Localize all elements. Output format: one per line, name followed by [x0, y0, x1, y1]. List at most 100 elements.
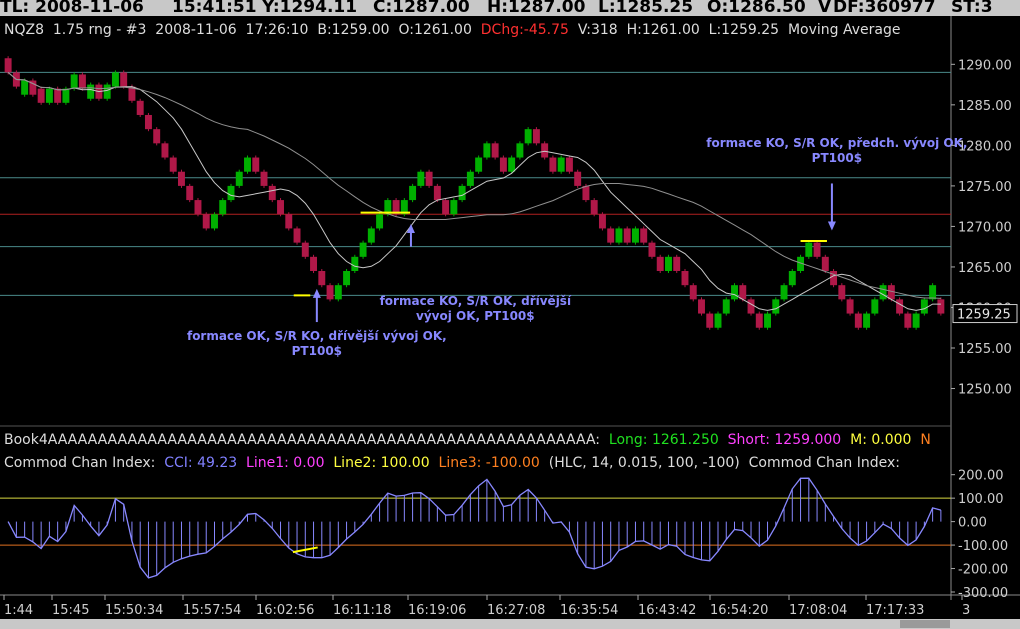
- down-bar: [285, 214, 293, 229]
- price-header-item: B:1259.00: [308, 22, 389, 38]
- price-header-item: 2008-11-06: [146, 22, 236, 38]
- down-bar: [698, 299, 705, 314]
- down-bar: [755, 313, 763, 328]
- annotation-arrowhead: [312, 288, 321, 298]
- down-bar: [640, 228, 648, 243]
- book-header: Book4AAAAAAAAAAAAAAAAAAAAAAAAAAAAAAAAAAA…: [4, 432, 931, 448]
- book-header-item: Book4AAAAAAAAAAAAAAAAAAAAAAAAAAAAAAAAAAA…: [4, 432, 600, 448]
- down-bar: [260, 171, 268, 186]
- annotation-text: PT100$: [292, 344, 342, 358]
- price-chart[interactable]: formace OK, S/R KO, dřívější vývoj OK,PT…: [0, 0, 1020, 629]
- down-bar: [268, 185, 276, 201]
- up-bar: [731, 285, 738, 300]
- up-bar: [524, 129, 532, 144]
- up-bar: [665, 256, 672, 271]
- moving-averages: [7, 72, 941, 311]
- scrollbar-thumb: [900, 620, 950, 628]
- up-bar: [103, 84, 111, 99]
- up-bar: [475, 157, 483, 172]
- down-bar: [904, 313, 912, 328]
- down-bar: [4, 58, 12, 73]
- up-bar: [764, 313, 771, 328]
- down-bar: [186, 185, 194, 201]
- down-bar: [937, 299, 945, 314]
- cci-tick-label: 200.00: [958, 469, 1004, 484]
- down-bar: [598, 214, 606, 229]
- book-header-item: N: [911, 432, 930, 448]
- down-bar: [648, 242, 656, 257]
- down-bar: [202, 214, 210, 229]
- annotation-text: vývoj OK, PT100$: [416, 309, 535, 323]
- down-bar: [78, 74, 86, 89]
- current-price-label: 1259.25: [957, 308, 1011, 323]
- down-bar: [574, 171, 582, 186]
- up-bar: [714, 313, 722, 328]
- time-axis: 1:44 15:45 15:50:34 15:57:54 16:02:56 16:11:1…: [0, 595, 1020, 629]
- down-bar: [433, 185, 441, 201]
- time-tick-label: 16:11:18: [333, 603, 391, 618]
- price-header-item: 1.75 rng - #3: [44, 22, 146, 38]
- down-bar: [326, 285, 334, 300]
- cci-tick-label: -200.00: [958, 563, 1008, 578]
- cci-axis: 200.00 100.00 0.00 -100.00 -200.00 -300.00: [951, 469, 1008, 601]
- price-header-item: Moving Average: [779, 22, 900, 38]
- time-tick-label: 15:45: [52, 603, 89, 618]
- up-bar: [516, 143, 524, 158]
- annotation-text: formace KO, S/R OK, dřívější: [380, 294, 572, 308]
- book-header-item: M: 0.000: [841, 432, 911, 448]
- cci-tick-label: 100.00: [958, 492, 1004, 507]
- time-tick-label: 17:08:04: [789, 603, 847, 618]
- down-bar: [37, 88, 45, 103]
- price-tick-label: 1250.00: [958, 383, 1012, 398]
- up-bar: [458, 185, 466, 201]
- scrollbar-track: [0, 619, 1020, 629]
- time-tick-label: 15:50:34: [105, 603, 163, 618]
- cci-tick-label: -300.00: [958, 586, 1008, 601]
- price-header-item: DChg:-45.75: [472, 22, 569, 38]
- down-bar: [739, 285, 747, 300]
- up-bar: [929, 285, 937, 300]
- down-bar: [499, 157, 507, 172]
- down-bar: [442, 200, 450, 215]
- time-tick-label: 16:54:20: [710, 603, 768, 618]
- cci-tick-label: 0.00: [958, 516, 987, 531]
- down-bar: [136, 100, 144, 115]
- up-bar: [879, 285, 887, 300]
- price-tick-label: 1275.00: [958, 180, 1012, 195]
- down-bar: [607, 228, 615, 243]
- down-bar: [590, 200, 598, 215]
- book-header-item: Long: 1261.250: [600, 432, 719, 448]
- down-bar: [821, 256, 829, 271]
- cci-header-item: Line1: 0.00: [237, 455, 324, 471]
- up-bar: [45, 88, 53, 103]
- price-header: NQZ8 1.75 rng - #3 2008-11-06 17:26:10 B…: [4, 22, 901, 38]
- up-bar: [367, 228, 375, 243]
- down-bar: [541, 143, 549, 158]
- down-bar: [838, 285, 846, 300]
- cci-panel: [0, 477, 951, 579]
- cci-header-item: Line2: 100.00: [324, 455, 429, 471]
- down-bar: [161, 143, 169, 158]
- down-bar: [425, 171, 433, 186]
- time-tick-label: 16:35:54: [560, 603, 618, 618]
- up-bar: [343, 271, 351, 286]
- up-bar: [483, 143, 491, 158]
- down-bar: [178, 171, 185, 186]
- up-bar: [871, 299, 879, 314]
- down-bar: [689, 285, 697, 300]
- down-bar: [293, 228, 301, 243]
- annotation-text: formace KO, S/R OK, předch. vývoj OK,: [706, 136, 967, 150]
- up-bar: [87, 84, 95, 99]
- price-axis: 1290.00 1285.00 1280.00 1275.00 1270.00 1265.…: [951, 58, 1018, 398]
- up-bar: [912, 313, 920, 328]
- time-tick-label: 16:27:08: [487, 603, 545, 618]
- time-tick-label: 16:19:06: [408, 603, 466, 618]
- moving-average-fast: [7, 72, 941, 311]
- down-bar: [582, 185, 590, 201]
- book-header-item: Short: 1259.000: [719, 432, 841, 448]
- down-bar: [54, 88, 62, 103]
- down-bar: [318, 271, 326, 286]
- cci-header-item: Commod Chan Index:: [4, 455, 155, 471]
- cci-tick-label: -100.00: [958, 539, 1008, 554]
- time-tick-label: 16:02:56: [256, 603, 314, 618]
